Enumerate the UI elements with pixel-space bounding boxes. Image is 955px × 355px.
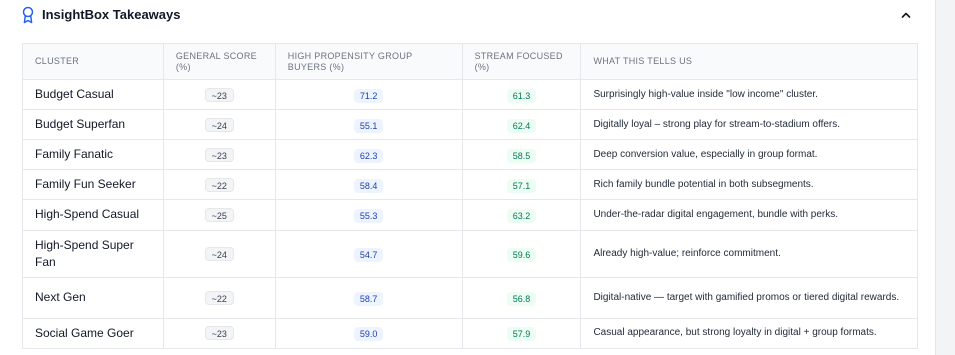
- panel-header[interactable]: InsightBox Takeaways: [0, 0, 936, 30]
- high-propensity-badge: 71.2: [353, 88, 384, 103]
- table-header-row: CLUSTER GENERAL SCORE (%) HIGH PROPENSIT…: [22, 43, 918, 80]
- general-score-badge: ~23: [204, 87, 234, 102]
- insight-text: Surprisingly high-value inside "low inco…: [580, 79, 918, 111]
- insight-text: Deep conversion value, especially in gro…: [580, 139, 918, 171]
- table-row: High-Spend Casual ~25 55.3 63.2 Under-th…: [22, 199, 918, 231]
- stream-focused-badge: 59.6: [506, 247, 537, 262]
- column-header-general-score: GENERAL SCORE (%): [163, 43, 276, 80]
- stream-focused-badge: 58.5: [506, 148, 537, 163]
- stream-focused-badge: 61.3: [506, 88, 537, 103]
- high-propensity-badge: 55.1: [353, 118, 384, 133]
- stream-focused-badge: 57.1: [506, 178, 537, 193]
- stream-focused-badge: 62.4: [506, 118, 537, 133]
- table-row: Next Gen ~22 58.7 56.8 Digital-native — …: [22, 277, 918, 319]
- high-propensity-badge: 55.3: [353, 208, 384, 223]
- cluster-name: Family Fun Seeker: [22, 169, 164, 201]
- stream-focused-badge: 57.9: [506, 327, 537, 342]
- insight-text: Under-the-radar digital engagement, bund…: [580, 199, 918, 231]
- insight-text: Rich family bundle potential in both sub…: [580, 169, 918, 201]
- insight-text: Already high-value; reinforce commitment…: [580, 230, 918, 278]
- column-header-cluster: CLUSTER: [22, 43, 164, 80]
- panel-title: InsightBox Takeaways: [42, 7, 181, 22]
- award-icon: [22, 6, 34, 24]
- table-row: Family Fanatic ~23 62.3 58.5 Deep conver…: [22, 139, 918, 171]
- stream-focused-badge: 56.8: [506, 291, 537, 306]
- table-row: Social Game Goer ~23 59.0 57.9 Casual ap…: [22, 318, 918, 349]
- cluster-name: High-Spend Casual: [22, 199, 164, 231]
- insight-text: Casual appearance, but strong loyalty in…: [593, 327, 877, 339]
- general-score-badge: ~22: [204, 290, 234, 305]
- insight-text: Digitally loyal – strong play for stream…: [580, 109, 918, 141]
- cluster-name: Budget Superfan: [22, 109, 164, 141]
- chevron-up-icon[interactable]: [898, 7, 914, 23]
- table-row: Budget Casual ~23 71.2 61.3 Surprisingly…: [22, 79, 918, 111]
- general-score-badge: ~25: [204, 207, 234, 222]
- column-header-high-propensity: HIGH PROPENSITY GROUP BUYERS (%): [275, 43, 463, 80]
- insightbox-panel: InsightBox Takeaways CLUSTER GENERAL SCO…: [0, 0, 936, 355]
- general-score-badge: ~23: [204, 147, 234, 162]
- insight-text: Digital-native — target with gamified pr…: [580, 277, 918, 319]
- high-propensity-badge: 59.0: [353, 327, 384, 342]
- cluster-name: Social Game Goer: [22, 318, 164, 349]
- general-score-badge: ~22: [204, 177, 234, 192]
- high-propensity-badge: 54.7: [353, 247, 384, 262]
- column-header-stream-focused: STREAM FOCUSED (%): [462, 43, 582, 80]
- cluster-name: Budget Casual: [22, 79, 164, 111]
- cluster-name: Family Fanatic: [22, 139, 164, 171]
- cluster-name: High-Spend Super Fan: [22, 230, 164, 278]
- table-row: High-Spend Super Fan ~24 54.7 59.6 Alrea…: [22, 230, 918, 278]
- stream-focused-badge: 63.2: [506, 208, 537, 223]
- general-score-badge: ~24: [204, 246, 234, 261]
- high-propensity-badge: 58.7: [353, 291, 384, 306]
- general-score-badge: ~24: [204, 117, 234, 132]
- table-row: Family Fun Seeker ~22 58.4 57.1 Rich fam…: [22, 169, 918, 201]
- takeaways-table: CLUSTER GENERAL SCORE (%) HIGH PROPENSIT…: [22, 43, 918, 349]
- high-propensity-badge: 58.4: [353, 178, 384, 193]
- general-score-badge: ~23: [204, 326, 234, 341]
- column-header-what-this-tells-us: WHAT THIS TELLS US: [580, 43, 918, 80]
- high-propensity-badge: 62.3: [353, 148, 384, 163]
- cluster-name: Next Gen: [22, 277, 164, 319]
- table-row: Budget Superfan ~24 55.1 62.4 Digitally …: [22, 109, 918, 141]
